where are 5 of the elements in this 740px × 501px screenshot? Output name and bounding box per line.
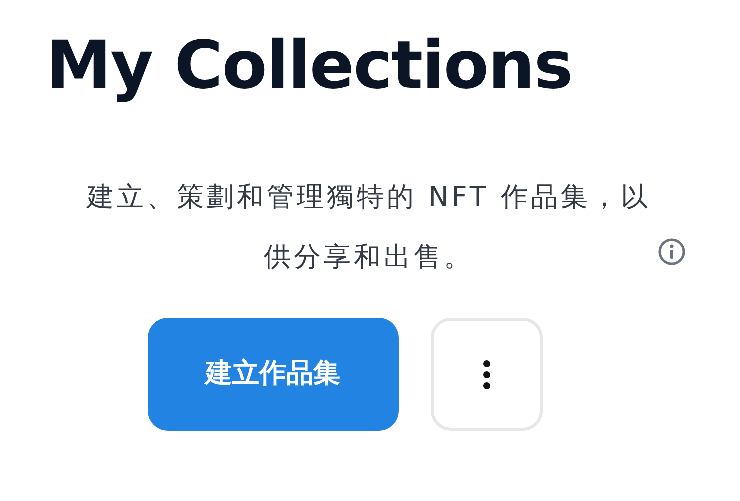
- more-icon: [482, 360, 490, 390]
- create-collection-button[interactable]: 建立作品集: [148, 318, 398, 431]
- page-title: My Collections: [46, 26, 572, 106]
- description-text: 建立、策劃和管理獨特的 NFT 作品集，以供分享和出售。: [86, 181, 652, 275]
- info-icon[interactable]: [658, 238, 686, 266]
